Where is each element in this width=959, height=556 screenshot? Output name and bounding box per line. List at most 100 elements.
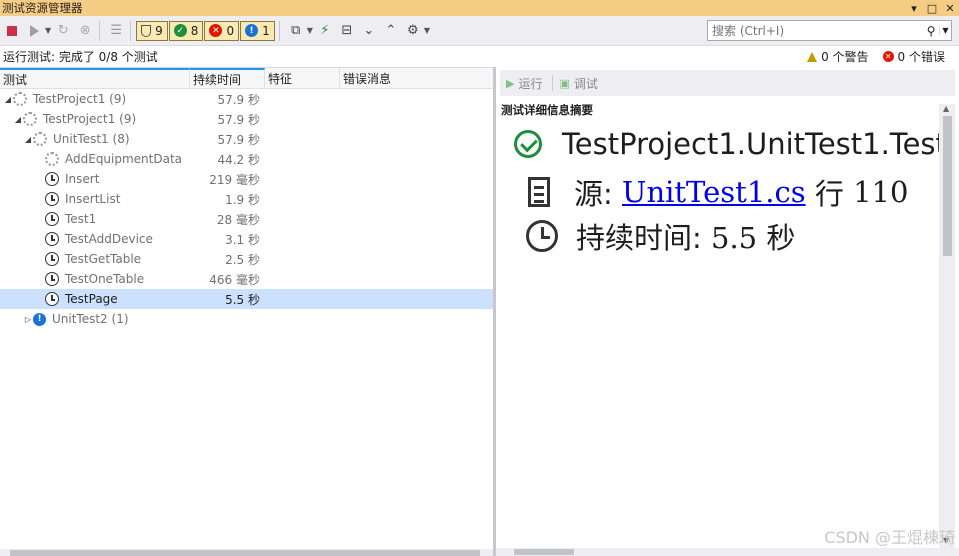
tree-row-test-selected[interactable]: TestPage 5.5 秒 bbox=[0, 289, 493, 309]
warning-icon bbox=[807, 51, 818, 62]
horizontal-scrollbar[interactable] bbox=[0, 549, 493, 556]
document-icon bbox=[528, 177, 550, 207]
playlist-dropdown-icon[interactable]: ▼ bbox=[307, 26, 313, 35]
search-box[interactable]: ⚲ ▼ bbox=[707, 20, 952, 41]
passed-tests-count: 8 bbox=[190, 23, 199, 38]
tree-item-name: AddEquipmentData bbox=[65, 152, 183, 166]
debug-button[interactable]: ▣ 调试 bbox=[559, 75, 597, 92]
column-header-error-message[interactable]: 错误消息 bbox=[340, 68, 493, 88]
tree-item-count: (9) bbox=[109, 92, 127, 106]
error-icon: ✕ bbox=[882, 51, 894, 62]
errors-text: 0 个错误 bbox=[897, 50, 945, 64]
stop-icon[interactable] bbox=[2, 21, 22, 41]
x-icon: ✕ bbox=[209, 24, 223, 37]
run-all-icon[interactable] bbox=[24, 21, 44, 41]
close-button[interactable]: ✕ bbox=[941, 2, 959, 15]
expand-arrow-icon[interactable]: ◢ bbox=[13, 115, 23, 124]
not-run-info-icon: ! bbox=[33, 312, 46, 326]
failed-tests-count: 0 bbox=[226, 23, 235, 38]
column-header-duration[interactable]: 持续时间 bbox=[190, 68, 265, 88]
failed-tests-counter[interactable]: ✕ 0 bbox=[204, 20, 240, 41]
window-titlebar: 测试资源管理器 ▾ □ ✕ bbox=[0, 0, 959, 16]
toolbar-separator bbox=[99, 20, 101, 41]
tree-item-name: TestOneTable bbox=[65, 272, 145, 286]
tree-row-test[interactable]: TestAddDevice 3.1 秒 bbox=[0, 229, 493, 249]
maximize-button[interactable]: □ bbox=[923, 2, 941, 15]
cancel-icon[interactable]: ⊗ bbox=[75, 21, 95, 41]
tree-item-name: Insert bbox=[65, 172, 100, 186]
expand-arrow-icon[interactable]: ◢ bbox=[23, 135, 33, 144]
scrollbar-thumb[interactable] bbox=[10, 550, 480, 556]
passed-tests-counter[interactable]: ✓ 8 bbox=[168, 20, 204, 41]
collapse-all-icon[interactable]: ⌃ bbox=[381, 21, 401, 41]
debug-icon: ▣ bbox=[559, 76, 570, 90]
scroll-up-icon[interactable]: ▲ bbox=[943, 104, 949, 113]
column-header-test[interactable]: 测试 bbox=[0, 68, 190, 88]
check-icon: ✓ bbox=[173, 24, 187, 37]
run-dropdown-icon[interactable]: ▼ bbox=[45, 26, 51, 35]
running-spinner-icon bbox=[33, 132, 47, 146]
expand-arrow-icon[interactable]: ◢ bbox=[3, 95, 13, 104]
running-spinner-icon bbox=[23, 112, 37, 126]
tree-item-duration: 2.5 秒 bbox=[225, 252, 260, 267]
tree-item-duration: 57.9 秒 bbox=[217, 92, 260, 107]
info-icon: ! bbox=[245, 24, 259, 37]
duration-label: 持续时间: bbox=[576, 221, 702, 255]
total-tests-counter[interactable]: 9 bbox=[136, 20, 168, 41]
clock-icon bbox=[45, 192, 59, 206]
tree-row-test[interactable]: TestGetTable 2.5 秒 bbox=[0, 249, 493, 269]
search-input[interactable] bbox=[708, 23, 923, 38]
settings-gear-icon[interactable]: ⚙ bbox=[403, 21, 423, 41]
toolbar: ▼ ↻ ⊗ ☰ 9 ✓ 8 ✕ 0 ! 1 ⧉ ▼ ⚡ ⊟ ⌄ ⌃ ⚙ ▼ ⚲ … bbox=[0, 16, 959, 46]
tree-row-test[interactable]: InsertList 1.9 秒 bbox=[0, 189, 493, 209]
column-headers: 测试 持续时间 特征 错误消息 bbox=[0, 68, 493, 89]
detail-content: TestProject1.UnitTest1.TestPage 源: UnitT… bbox=[496, 119, 939, 556]
duration-clock-icon bbox=[526, 220, 558, 252]
expand-all-icon[interactable]: ⌄ bbox=[359, 21, 379, 41]
detail-toolbar-separator bbox=[552, 75, 554, 91]
warnings-indicator[interactable]: 0 个警告 bbox=[807, 48, 869, 65]
run-button[interactable]: ▶ 运行 bbox=[506, 75, 542, 92]
scrollbar-thumb[interactable] bbox=[514, 549, 574, 555]
column-header-traits[interactable]: 特征 bbox=[265, 68, 340, 88]
vertical-scrollbar[interactable]: ▲ ▼ bbox=[939, 104, 955, 548]
clock-icon bbox=[45, 172, 59, 186]
search-options-dropdown-icon[interactable]: ▼ bbox=[939, 26, 951, 35]
tree-item-name: Test1 bbox=[65, 212, 97, 226]
test-detail-pane: ▶ 运行 ▣ 调试 测试详细信息摘要 TestProject1.UnitTest… bbox=[496, 67, 959, 556]
tree-row-project[interactable]: ◢ TestProject1 (9) 57.9 秒 bbox=[0, 89, 493, 109]
settings-dropdown-icon[interactable]: ▼ bbox=[424, 26, 430, 35]
horizontal-scrollbar[interactable] bbox=[496, 548, 959, 556]
detail-source-line: 源: UnitTest1.cs 行 110 bbox=[514, 171, 908, 213]
tree-row-test[interactable]: AddEquipmentData 44.2 秒 bbox=[0, 149, 493, 169]
search-icon[interactable]: ⚲ bbox=[923, 24, 939, 38]
playlist-icon[interactable]: ⧉ bbox=[286, 21, 306, 41]
rerun-icon[interactable]: ↻ bbox=[53, 21, 73, 41]
collapsed-arrow-icon[interactable]: ▷ bbox=[23, 315, 33, 324]
total-tests-count: 9 bbox=[155, 23, 163, 38]
window-title: 测试资源管理器 bbox=[2, 1, 83, 15]
tree-row-test[interactable]: TestOneTable 466 毫秒 bbox=[0, 269, 493, 289]
tree-item-name: TestProject1 bbox=[43, 112, 116, 126]
errors-indicator[interactable]: ✕ 0 个错误 bbox=[882, 48, 945, 65]
run-status-text: 运行测试: 完成了 0/8 个测试 bbox=[3, 50, 158, 64]
tree-row-namespace[interactable]: ◢ TestProject1 (9) 57.9 秒 bbox=[0, 109, 493, 129]
run-after-build-icon[interactable]: ⚡ bbox=[315, 21, 335, 41]
tree-row-test[interactable]: Insert 219 毫秒 bbox=[0, 169, 493, 189]
group-icon[interactable]: ☰ bbox=[106, 21, 126, 41]
scrollbar-thumb[interactable] bbox=[943, 116, 952, 256]
tree-row-test[interactable]: Test1 28 毫秒 bbox=[0, 209, 493, 229]
warnings-text: 0 个警告 bbox=[821, 50, 869, 64]
window-menu-button[interactable]: ▾ bbox=[905, 2, 923, 15]
tree-item-duration: 1.9 秒 bbox=[225, 192, 260, 207]
tree-row-class[interactable]: ◢ UnitTest1 (8) 57.9 秒 bbox=[0, 129, 493, 149]
tree-row-class[interactable]: ▷ ! UnitTest2 (1) bbox=[0, 309, 493, 329]
tree-item-count: (1) bbox=[111, 312, 129, 326]
detail-test-name-line: TestProject1.UnitTest1.TestPage bbox=[514, 127, 939, 161]
not-run-tests-counter[interactable]: ! 1 bbox=[240, 20, 275, 41]
tree-item-count: (9) bbox=[119, 112, 137, 126]
tree-item-name: TestGetTable bbox=[65, 252, 142, 266]
clock-icon bbox=[45, 252, 59, 266]
source-file-link[interactable]: UnitTest1.cs bbox=[622, 175, 806, 209]
hierarchy-icon[interactable]: ⊟ bbox=[337, 21, 357, 41]
